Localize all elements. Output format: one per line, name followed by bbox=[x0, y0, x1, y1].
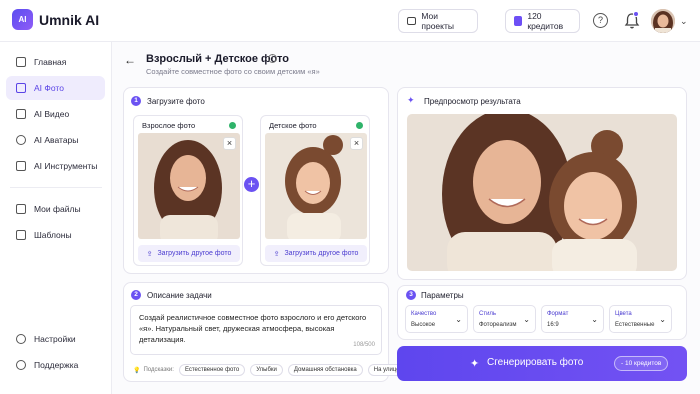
sidebar-item-my-files[interactable]: Мои файлы bbox=[6, 197, 105, 221]
upload-child-photo-button[interactable]: ⇪ Загрузить другое фото bbox=[265, 245, 367, 262]
upload-icon: ⇪ bbox=[146, 250, 153, 258]
logo[interactable]: AI Umnik AI bbox=[12, 9, 99, 30]
char-counter: 108/500 bbox=[353, 342, 375, 348]
sidebar-item-ai-photo[interactable]: AI Фото bbox=[6, 76, 105, 100]
grid-icon bbox=[16, 230, 26, 240]
sidebar-item-home[interactable]: Главная bbox=[6, 50, 105, 74]
remove-adult-photo-button[interactable]: × bbox=[223, 137, 236, 150]
support-icon bbox=[16, 360, 26, 370]
upload-icon: ⇪ bbox=[273, 250, 280, 258]
child-photo-box: Детское фото × ⇪ Загрузить другое фото bbox=[260, 115, 370, 266]
app-name: Umnik AI bbox=[39, 11, 100, 28]
lightbulb-icon: 💡 bbox=[133, 367, 141, 374]
sidebar-divider bbox=[10, 187, 102, 188]
sidebar-item-settings[interactable]: Настройки bbox=[6, 327, 105, 351]
style-select[interactable]: Стиль Фотореализм ⌄ bbox=[473, 305, 536, 333]
chevron-down-icon: ⌄ bbox=[659, 315, 666, 324]
credits-icon bbox=[514, 16, 523, 26]
adult-photo-box: Взрослое фото × ⇪ Загрузить другое фото bbox=[133, 115, 243, 266]
sidebar-item-ai-tools[interactable]: AI Инструменты bbox=[6, 154, 105, 178]
result-preview-image bbox=[407, 114, 677, 271]
help-icon[interactable]: ? bbox=[593, 13, 608, 28]
cost-badge: - 10 кредитов bbox=[614, 356, 669, 371]
params-title: Параметры bbox=[421, 291, 464, 300]
avatar[interactable] bbox=[651, 9, 675, 33]
sidebar-item-ai-video[interactable]: AI Видео bbox=[6, 102, 105, 126]
folder-icon bbox=[407, 17, 417, 25]
avatar-icon bbox=[16, 135, 26, 145]
upload-adult-photo-button[interactable]: ⇪ Загрузить другое фото bbox=[138, 245, 240, 262]
child-photo-label: Детское фото bbox=[269, 121, 317, 130]
image-icon bbox=[16, 83, 26, 93]
hints-row: 💡 Подсказки: Естественное фото Улыбки Дом… bbox=[133, 364, 406, 376]
page-subtitle: Создайте совместное фото со своим детски… bbox=[146, 67, 320, 76]
format-select[interactable]: Формат 16:9 ⌄ bbox=[541, 305, 604, 333]
plus-icon: + bbox=[244, 177, 259, 192]
logo-icon: AI bbox=[12, 9, 33, 30]
credits-button[interactable]: 120 кредитов bbox=[505, 9, 580, 33]
adult-photo-label: Взрослое фото bbox=[142, 121, 196, 130]
chevron-down-icon: ⌄ bbox=[455, 315, 462, 324]
top-bar: AI Umnik AI Мои проекты 120 кредитов ? ⌄ bbox=[0, 0, 700, 42]
remove-child-photo-button[interactable]: × bbox=[350, 137, 363, 150]
sidebar-item-ai-avatars[interactable]: AI Аватары bbox=[6, 128, 105, 152]
notification-dot bbox=[633, 11, 639, 17]
folder-icon bbox=[16, 204, 26, 214]
my-projects-button[interactable]: Мои проекты bbox=[398, 9, 478, 33]
gear-icon bbox=[16, 334, 26, 344]
step-badge-1: 1 bbox=[131, 96, 141, 106]
generate-button[interactable]: ✦ Сгенерировать фото - 10 кредитов bbox=[397, 346, 687, 381]
home-icon bbox=[16, 57, 26, 67]
hint-chip[interactable]: Домашняя обстановка bbox=[287, 364, 363, 376]
check-icon bbox=[229, 122, 236, 129]
chevron-down-icon: ⌄ bbox=[591, 315, 598, 324]
sidebar-item-templates[interactable]: Шаблоны bbox=[6, 223, 105, 247]
back-arrow-icon[interactable]: ← bbox=[124, 53, 136, 67]
hint-chip[interactable]: Улыбки bbox=[250, 364, 283, 376]
chevron-down-icon[interactable]: ⌄ bbox=[680, 16, 688, 27]
upload-title: Загрузите фото bbox=[147, 97, 205, 106]
sparkle-icon: ✦ bbox=[470, 358, 480, 370]
step-badge-2: 2 bbox=[131, 290, 141, 300]
task-textarea[interactable]: Создай реалистичное совместное фото взро… bbox=[130, 305, 382, 355]
colors-select[interactable]: Цвета Естественные ⌄ bbox=[609, 305, 672, 333]
hint-chip[interactable]: Естественное фото bbox=[178, 364, 246, 376]
tools-icon bbox=[16, 161, 26, 171]
info-icon[interactable]: i bbox=[268, 54, 277, 63]
step-badge-3: 3 bbox=[406, 290, 416, 300]
preview-title: Предпросмотр результата bbox=[424, 97, 521, 106]
sidebar: Главная AI Фото AI Видео AI Аватары AI И… bbox=[0, 42, 112, 394]
sparkle-icon: ✦ bbox=[407, 95, 415, 105]
quality-select[interactable]: Качество Высокое ⌄ bbox=[405, 305, 468, 333]
chevron-down-icon: ⌄ bbox=[523, 315, 530, 324]
check-icon bbox=[356, 122, 363, 129]
task-title: Описание задачи bbox=[147, 291, 212, 300]
video-icon bbox=[16, 109, 26, 119]
sidebar-item-support[interactable]: Поддержка bbox=[6, 353, 105, 377]
